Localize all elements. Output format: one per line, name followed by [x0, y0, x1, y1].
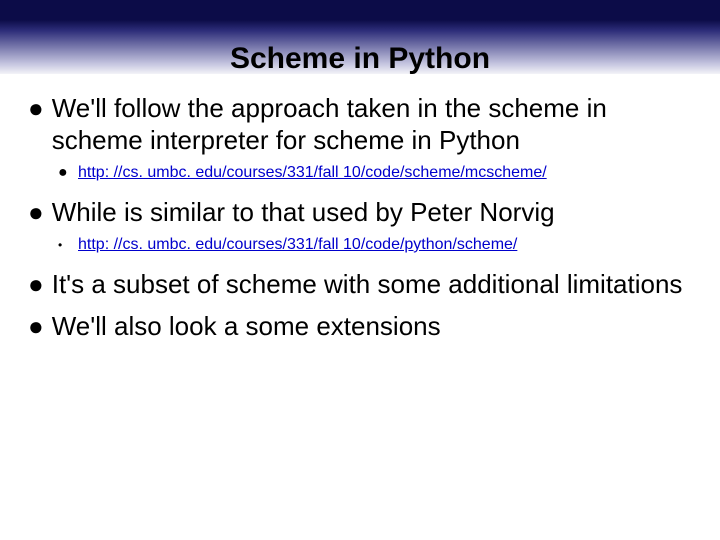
bullet-icon: ●	[28, 196, 44, 228]
bullet-icon: •	[58, 234, 68, 256]
bullet-text: We'll follow the approach taken in the s…	[52, 92, 692, 156]
bullet-text: It's a subset of scheme with some additi…	[52, 268, 692, 300]
bullet-level1: ● We'll also look a some extensions	[28, 310, 692, 342]
bullet-icon: ●	[28, 310, 44, 342]
bullet-text: While is similar to that used by Peter N…	[52, 196, 692, 228]
bullet-icon: ●	[28, 92, 44, 156]
bullet-icon: ●	[28, 268, 44, 300]
bullet-level1: ● It's a subset of scheme with some addi…	[28, 268, 692, 300]
bullet-level2: ● http: //cs. umbc. edu/courses/331/fall…	[58, 162, 692, 184]
link-mcscheme[interactable]: http: //cs. umbc. edu/courses/331/fall 1…	[78, 162, 692, 184]
bullet-icon: ●	[58, 162, 68, 184]
bullet-level2: • http: //cs. umbc. edu/courses/331/fall…	[58, 234, 692, 256]
bullet-text: We'll also look a some extensions	[52, 310, 692, 342]
bullet-level1: ● We'll follow the approach taken in the…	[28, 92, 692, 156]
slide-title: Scheme in Python	[230, 42, 490, 76]
bullet-level1: ● While is similar to that used by Peter…	[28, 196, 692, 228]
slide-body: ● We'll follow the approach taken in the…	[0, 74, 720, 342]
title-bar: Scheme in Python	[0, 0, 720, 74]
link-python-scheme[interactable]: http: //cs. umbc. edu/courses/331/fall 1…	[78, 234, 692, 256]
